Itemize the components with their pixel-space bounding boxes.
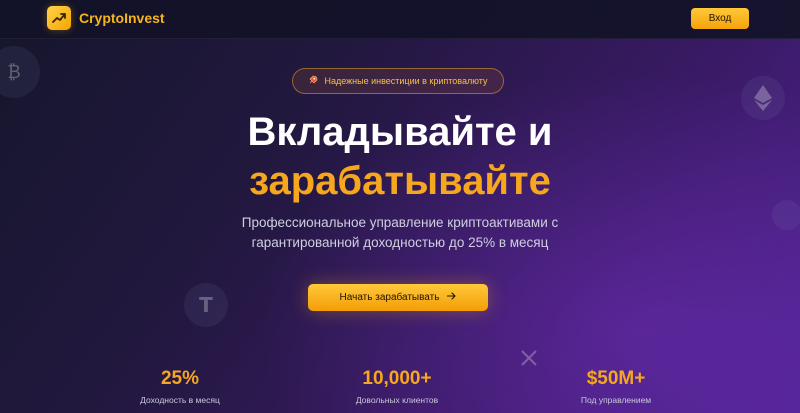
hero-subtitle: Профессиональное управление криптоактива… (0, 213, 800, 253)
trending-up-icon (47, 6, 71, 30)
svg-text:₿: ₿ (7, 62, 20, 83)
stat-value: $50M+ (586, 368, 646, 389)
subtitle-line2: гарантированной доходностью до 25% в мес… (251, 235, 549, 250)
cta-label: Начать зарабатывать (339, 292, 440, 303)
stat-label: Довольных клиентов (355, 395, 439, 405)
rocket-icon (308, 72, 318, 90)
top-navbar: CryptoInvest Вход (0, 0, 800, 39)
headline-line1: Вкладывайте и (247, 110, 553, 154)
stat-aum: $50M+ Под управлением (516, 368, 716, 405)
badge-text: Надежные инвестиции в криптовалюту (324, 76, 488, 86)
stat-label: Доходность в месяц (140, 395, 220, 405)
stat-yield: 25% Доходность в месяц (80, 368, 280, 405)
stat-clients: 10,000+ Довольных клиентов (297, 368, 497, 405)
subtitle-line1: Профессиональное управление криптоактива… (241, 215, 559, 230)
tether-icon: T (184, 283, 228, 327)
svg-text:T: T (199, 293, 213, 317)
bitcoin-icon: ₿ (0, 46, 40, 98)
hero-headline: Вкладывайте и зарабатывайте (0, 108, 800, 206)
arrow-right-icon (447, 292, 457, 303)
app-name: CryptoInvest (79, 10, 165, 26)
start-earning-button[interactable]: Начать зарабатывать (308, 284, 488, 311)
hero-badge: Надежные инвестиции в криптовалюту (292, 68, 504, 94)
background-glow (0, 0, 800, 413)
headline-line2: зарабатывайте (249, 159, 551, 203)
stat-value: 25% (160, 368, 200, 389)
stat-label: Под управлением (580, 395, 652, 405)
login-button[interactable]: Вход (691, 8, 749, 29)
logo[interactable]: CryptoInvest (47, 6, 165, 30)
stat-value: 10,000+ (362, 368, 432, 389)
